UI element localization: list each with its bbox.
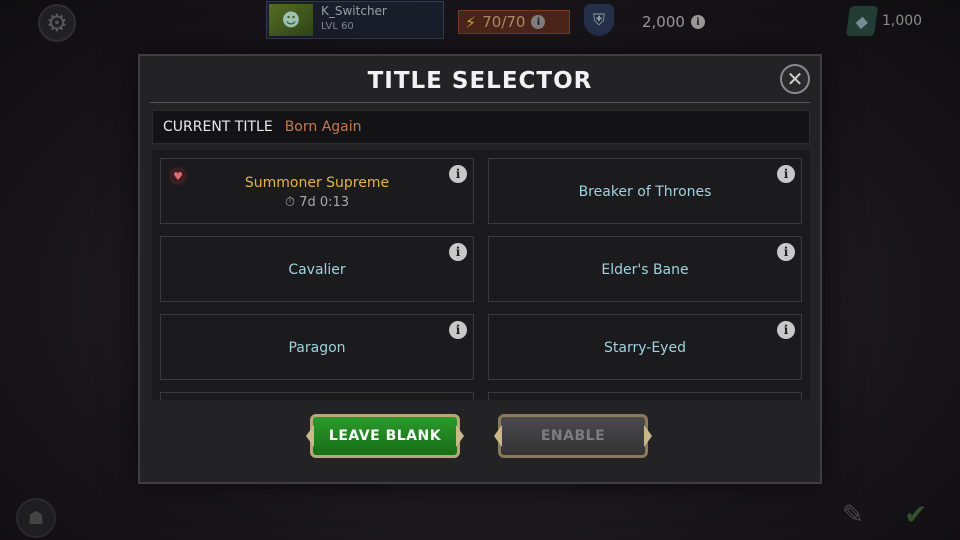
- quest-scroll-icon[interactable]: ✎: [842, 500, 864, 530]
- energy-meter[interactable]: ⚡ 70/70 i: [458, 10, 570, 34]
- energy-value: 70/70: [482, 13, 526, 31]
- title-card-cavalier[interactable]: Cavalier i: [160, 236, 474, 302]
- title-card-summoner-supreme[interactable]: ♥ Summoner Supreme ⏱ 7d 0:13 i: [160, 158, 474, 224]
- enable-button[interactable]: ENABLE: [498, 414, 648, 458]
- energy-bolt-icon: ⚡: [465, 12, 477, 32]
- dialog-title: TITLE SELECTOR: [367, 68, 593, 94]
- current-title-label: CURRENT TITLE: [163, 119, 273, 135]
- title-name: Breaker of Thrones: [578, 184, 712, 200]
- gold-info-icon[interactable]: i: [690, 15, 705, 29]
- info-icon[interactable]: i: [777, 165, 795, 183]
- title-name: Summoner Supreme: [244, 175, 390, 191]
- alliance-shield-icon[interactable]: ⛨: [584, 4, 614, 36]
- title-name: Paragon: [288, 340, 346, 356]
- title-name: Starry-Eyed: [604, 340, 686, 356]
- info-icon[interactable]: i: [449, 165, 467, 183]
- title-list[interactable]: ♥ Summoner Supreme ⏱ 7d 0:13 i Breaker o…: [152, 150, 810, 400]
- settings-gear-icon[interactable]: ⚙: [38, 4, 76, 42]
- player-profile[interactable]: ☻ K_Switcher LVL 60: [266, 1, 444, 39]
- objectives-check-icon[interactable]: ✔: [904, 498, 927, 531]
- title-card-starry-eyed[interactable]: Starry-Eyed i: [488, 314, 802, 380]
- units-card-icon[interactable]: ◆: [845, 6, 879, 36]
- title-divider: [150, 102, 810, 103]
- current-title-value: Born Again: [284, 119, 362, 135]
- title-card-partial[interactable]: [488, 392, 802, 400]
- info-icon[interactable]: i: [449, 243, 467, 261]
- player-level: LVL 60: [321, 21, 354, 32]
- title-selector-dialog: TITLE SELECTOR ✕ CURRENT TITLE Born Agai…: [138, 54, 822, 484]
- leave-blank-button[interactable]: LEAVE BLANK: [310, 414, 460, 458]
- info-icon[interactable]: i: [449, 321, 467, 339]
- current-title-bar: CURRENT TITLE Born Again: [152, 110, 810, 144]
- title-card-breaker-of-thrones[interactable]: Breaker of Thrones i: [488, 158, 802, 224]
- units-value: 1,000: [882, 13, 923, 29]
- close-button[interactable]: ✕: [780, 64, 810, 94]
- title-card-paragon[interactable]: Paragon i: [160, 314, 474, 380]
- gold-value: 2,000: [642, 13, 685, 31]
- info-icon[interactable]: i: [777, 243, 795, 261]
- title-card-elders-bane[interactable]: Elder's Bane i: [488, 236, 802, 302]
- info-icon[interactable]: i: [777, 321, 795, 339]
- timer-value: 7d 0:13: [299, 195, 350, 210]
- energy-info-icon[interactable]: i: [531, 15, 546, 29]
- player-name: K_Switcher: [321, 4, 387, 18]
- title-timer: ⏱ 7d 0:13: [161, 195, 473, 210]
- top-hud: ⚙ ☻ K_Switcher LVL 60 ⚡ 70/70 i ⛨ 2,000 …: [0, 0, 960, 44]
- friends-icon[interactable]: ☗: [16, 498, 56, 538]
- title-name: Cavalier: [288, 262, 346, 278]
- player-avatar: ☻: [269, 4, 313, 36]
- timer-icon: ⏱: [284, 195, 296, 210]
- title-name: Elder's Bane: [601, 262, 689, 278]
- gold-counter[interactable]: 2,000 i: [642, 13, 705, 31]
- title-card-partial[interactable]: [160, 392, 474, 400]
